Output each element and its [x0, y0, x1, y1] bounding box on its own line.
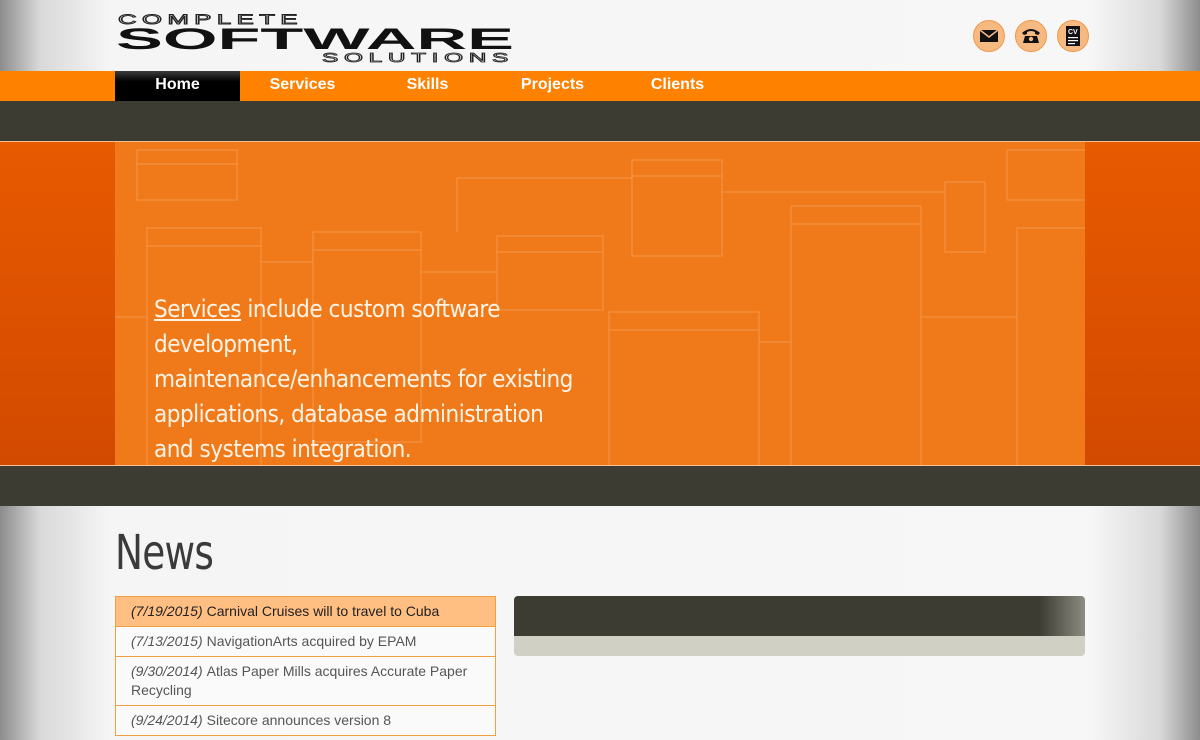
- telephone-icon[interactable]: [1015, 20, 1047, 52]
- logo-line-3: SOLUTIONS: [322, 50, 514, 64]
- news-heading: News: [115, 525, 214, 581]
- main-navigation: Home Services Skills Projects Clients: [0, 71, 1200, 101]
- hero-tagline: Services include custom software develop…: [154, 292, 574, 465]
- news-panel-footer: [514, 636, 1085, 656]
- news-list: (7/19/2015) Carnival Cruises will to trav…: [115, 596, 496, 736]
- news-date: (9/30/2014): [131, 663, 203, 679]
- news-item[interactable]: (9/30/2014) Atlas Paper Mills acquires Ac…: [116, 657, 495, 706]
- contact-icons: CV: [973, 20, 1089, 52]
- news-item[interactable]: (7/19/2015) Carnival Cruises will to trav…: [116, 596, 495, 627]
- cv-label: CV: [1068, 29, 1078, 36]
- company-logo[interactable]: COMPLETE SOFTWARE SOLUTIONS: [116, 11, 516, 66]
- news-date: (9/24/2014): [131, 712, 203, 728]
- dark-band-bottom: [0, 466, 1200, 506]
- hero-panel: Services include custom software develop…: [115, 142, 1085, 465]
- nav-item-home[interactable]: Home: [115, 71, 240, 101]
- services-link[interactable]: Services: [154, 295, 242, 323]
- news-headline: Sitecore announces version 8: [206, 712, 392, 728]
- cv-document-icon[interactable]: CV: [1057, 20, 1089, 52]
- nav-item-projects[interactable]: Projects: [490, 71, 615, 101]
- news-item[interactable]: (7/13/2015) NavigationArts acquired by EP…: [116, 627, 495, 657]
- dark-band-top: [0, 101, 1200, 141]
- hero-banner: Services include custom software develop…: [0, 141, 1200, 466]
- news-date: (7/19/2015): [131, 603, 203, 619]
- mail-icon[interactable]: [973, 20, 1005, 52]
- news-date: (7/13/2015): [131, 633, 203, 649]
- nav-item-skills[interactable]: Skills: [365, 71, 490, 101]
- nav-item-clients[interactable]: Clients: [615, 71, 740, 101]
- news-detail-panel: [514, 596, 1085, 656]
- news-headline: NavigationArts acquired by EPAM: [206, 633, 417, 649]
- nav-item-services[interactable]: Services: [240, 71, 365, 101]
- news-headline: Carnival Cruises will to travel to Cuba: [206, 603, 440, 619]
- news-item[interactable]: (9/24/2014) Sitecore announces version 8: [116, 706, 495, 736]
- news-panel-header: [514, 596, 1085, 636]
